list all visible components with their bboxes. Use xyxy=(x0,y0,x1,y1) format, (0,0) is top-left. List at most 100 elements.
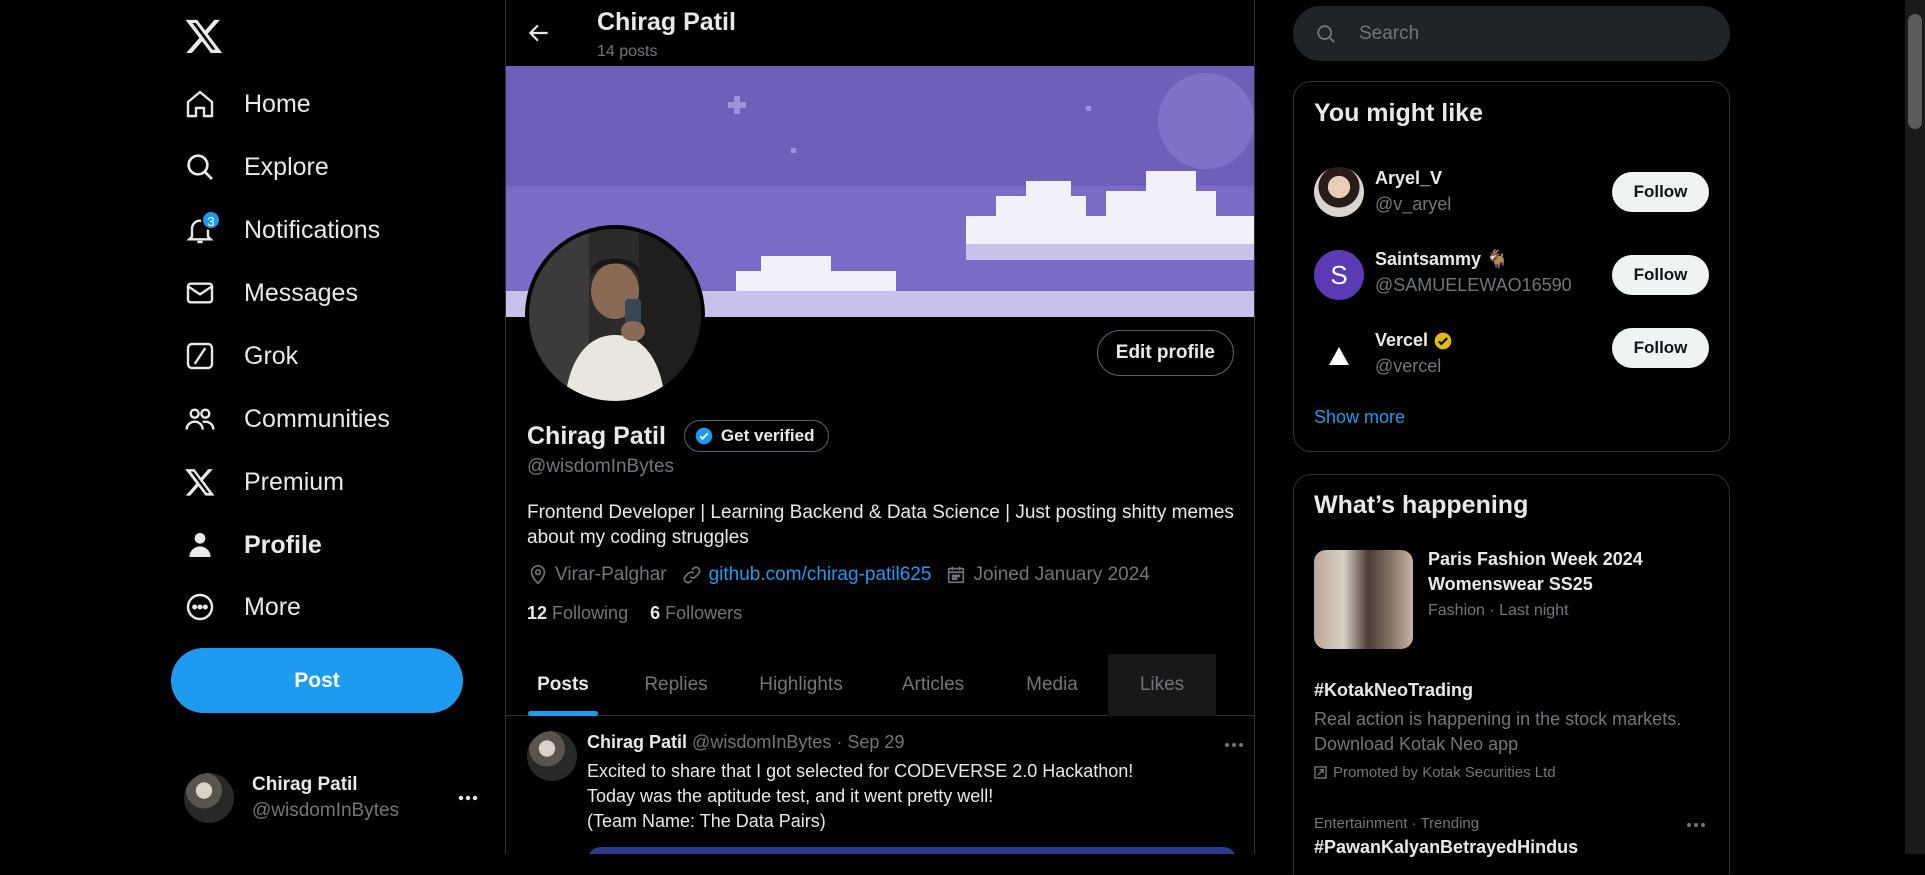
nav-label-explore: Explore xyxy=(244,152,329,181)
profile-name: Chirag Patil xyxy=(527,421,666,450)
nav-label-home: Home xyxy=(244,89,311,118)
post-avatar[interactable] xyxy=(527,731,577,781)
post-author-name[interactable]: Chirag Patil xyxy=(587,732,687,752)
avatar[interactable]: S xyxy=(1314,250,1364,300)
tab-articles[interactable]: Articles xyxy=(870,654,996,716)
avatar[interactable] xyxy=(1314,167,1364,217)
main-column: Chirag Patil 14 posts Edit profile Chira… xyxy=(505,0,1255,854)
post-item[interactable]: Chirag Patil @wisdomInBytes · Sep 29 Exc… xyxy=(506,717,1254,854)
post-line: (Team Name: The Data Pairs) xyxy=(587,811,826,831)
suggestion-item[interactable]: S Saintsammy 🐐 @SAMUELEWAO16590 Follow xyxy=(1294,235,1729,315)
nav-more[interactable]: More xyxy=(184,581,301,633)
scrollbar[interactable] xyxy=(1905,0,1925,854)
profile-name-row: Chirag Patil Get verified xyxy=(527,420,830,452)
bell-icon: 3 xyxy=(184,210,221,246)
scrollbar-thumb[interactable] xyxy=(1908,14,1922,129)
followers-label: Followers xyxy=(665,603,743,623)
promoted-icon xyxy=(1314,766,1327,779)
suggestion-name[interactable]: Vercel xyxy=(1375,330,1428,351)
tab-likes[interactable]: Likes xyxy=(1108,654,1216,716)
post-header: Chirag Patil @wisdomInBytes · Sep 29 xyxy=(587,732,904,753)
tab-media[interactable]: Media xyxy=(996,654,1108,716)
following-count: 12 xyxy=(527,603,548,623)
nav-profile[interactable]: Profile xyxy=(184,519,322,571)
tab-replies[interactable]: Replies xyxy=(620,654,732,716)
nav-explore[interactable]: Explore xyxy=(184,141,329,193)
followers-link[interactable]: 6 Followers xyxy=(650,603,742,624)
suggestion-handle: @v_aryel xyxy=(1375,194,1452,214)
following-link[interactable]: 12 Following xyxy=(527,603,628,624)
post-media[interactable] xyxy=(587,847,1237,854)
post-dot: · xyxy=(836,732,843,752)
profile-bio: Frontend Developer | Learning Backend & … xyxy=(527,502,1234,548)
nav-label-grok: Grok xyxy=(244,341,299,370)
vercel-logo-icon[interactable] xyxy=(1314,331,1364,381)
follow-button[interactable]: Follow xyxy=(1612,255,1709,295)
profile-meta-row: Virar-Palghar github.com/chirag-patil625… xyxy=(527,564,1150,586)
suggestion-item[interactable]: Aryel_V @v_aryel Follow xyxy=(1294,154,1729,234)
suggestion-name[interactable]: Saintsammy 🐐 xyxy=(1375,249,1508,270)
who-to-follow-panel: You might like Aryel_V @v_aryel Follow S… xyxy=(1293,81,1730,452)
suggestion-item[interactable]: Vercel @vercel Follow xyxy=(1294,316,1729,396)
get-verified-label: Get verified xyxy=(720,426,815,445)
nav-label-profile: Profile xyxy=(244,530,322,559)
nav-notifications[interactable]: 3 Notifications xyxy=(184,204,380,256)
post-author-handle[interactable]: @wisdomInBytes xyxy=(692,732,831,752)
following-label: Following xyxy=(552,603,629,623)
edit-profile-button[interactable]: Edit profile xyxy=(1096,330,1234,376)
nav-messages[interactable]: Messages xyxy=(184,267,358,319)
post-text: Excited to share that I got selected for… xyxy=(587,759,1133,834)
nav-label-notifications: Notifications xyxy=(244,215,381,244)
suggestion-handle: @vercel xyxy=(1375,356,1442,376)
trend-item[interactable]: #KotakNeoTrading Real action is happenin… xyxy=(1294,680,1729,790)
left-navigation: Home Explore 3 Notifications Messages Gr… xyxy=(0,0,505,854)
nav-label-messages: Messages xyxy=(244,278,358,307)
post-date[interactable]: Sep 29 xyxy=(847,732,904,752)
more-horizontal-icon[interactable] xyxy=(1686,821,1706,829)
trend-item[interactable]: Entertainment · Trending #PawanKalyanBet… xyxy=(1294,815,1729,875)
account-switcher[interactable]: Chirag Patil @wisdomInBytes xyxy=(184,771,484,825)
avatar xyxy=(184,773,234,823)
trend-title: #KotakNeoTrading xyxy=(1314,680,1474,700)
trend-description: Real action is happening in the stock ma… xyxy=(1314,709,1682,754)
whats-happening-panel: What’s happening Paris Fashion Week 2024… xyxy=(1293,474,1730,874)
post-line: Today was the aptitude test, and it went… xyxy=(587,786,994,806)
follow-button[interactable]: Follow xyxy=(1612,328,1709,368)
nav-label-premium: Premium xyxy=(244,467,345,496)
more-horizontal-icon[interactable] xyxy=(1224,741,1244,749)
nav-label-more: More xyxy=(244,592,301,621)
trend-title: Paris Fashion Week 2024 Womenswear SS25 xyxy=(1428,549,1643,594)
trend-category: Entertainment · Trending xyxy=(1314,815,1480,832)
post-button[interactable]: Post xyxy=(171,648,463,713)
trend-meta: Fashion · Last night xyxy=(1428,602,1569,619)
post-count: 14 posts xyxy=(597,43,658,60)
tab-posts[interactable]: Posts xyxy=(506,654,620,716)
search-input[interactable] xyxy=(1357,21,1717,46)
post-line: Excited to share that I got selected for… xyxy=(587,761,1134,781)
get-verified-button[interactable]: Get verified xyxy=(683,420,830,452)
trend-image[interactable] xyxy=(1314,550,1413,649)
x-logo-icon xyxy=(184,466,216,498)
verified-gold-icon xyxy=(1433,331,1453,351)
nav-home[interactable]: Home xyxy=(184,78,311,130)
people-icon xyxy=(184,403,216,435)
nav-premium[interactable]: Premium xyxy=(184,456,344,508)
trend-item[interactable]: Paris Fashion Week 2024 Womenswear SS25 … xyxy=(1294,547,1729,649)
profile-avatar[interactable] xyxy=(525,225,705,405)
suggestion-name[interactable]: Aryel_V xyxy=(1375,168,1442,189)
location-icon xyxy=(527,564,549,586)
notification-badge: 3 xyxy=(201,210,221,230)
follow-button[interactable]: Follow xyxy=(1612,172,1709,212)
more-horizontal-icon[interactable] xyxy=(457,789,479,807)
tab-highlights[interactable]: Highlights xyxy=(732,654,870,716)
profile-joined: Joined January 2024 xyxy=(973,564,1150,585)
search-box[interactable] xyxy=(1293,6,1730,61)
nav-communities[interactable]: Communities xyxy=(184,393,390,445)
show-more-link[interactable]: Show more xyxy=(1314,407,1405,428)
nav-grok[interactable]: Grok xyxy=(184,330,298,382)
back-arrow-icon[interactable] xyxy=(526,20,552,46)
x-logo-icon[interactable] xyxy=(184,16,224,56)
profile-website-link[interactable]: github.com/chirag-patil625 xyxy=(709,564,932,586)
profile-handle: @wisdomInBytes xyxy=(527,456,675,477)
account-name: Chirag Patil xyxy=(252,774,358,795)
